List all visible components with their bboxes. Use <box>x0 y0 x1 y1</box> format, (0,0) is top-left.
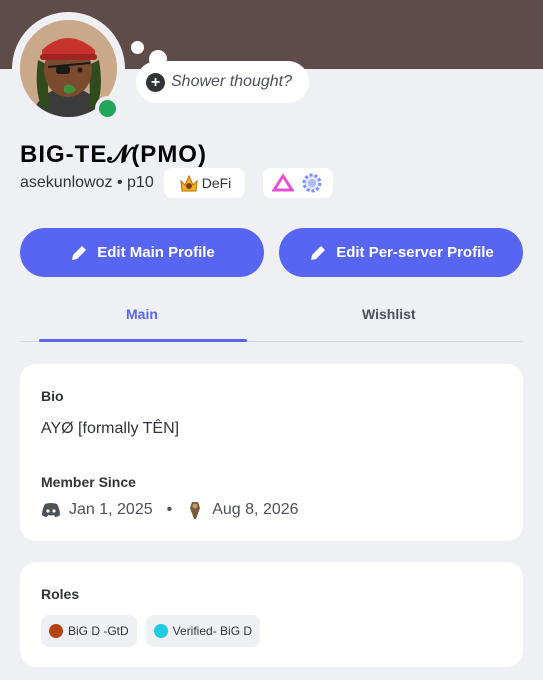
pencil-icon <box>72 245 87 260</box>
role-color-dot <box>49 624 63 638</box>
custom-status-bubble[interactable]: + Shower thought? <box>136 61 309 103</box>
member-since-row: Jan 1, 2025 • Aug 8, 2026 <box>41 500 299 520</box>
server-boost-badge-icon[interactable] <box>300 172 324 194</box>
pencil-icon <box>311 245 326 260</box>
bio-card: Bio AYØ [formally TÊN] Member Since Jan … <box>20 364 523 541</box>
discord-logo-icon <box>42 503 60 517</box>
guild-tag-label: DeFi <box>201 175 232 191</box>
tab-selected-indicator <box>39 339 247 342</box>
discord-join-date: Jan 1, 2025 <box>69 501 153 518</box>
thought-bubble-dot <box>131 41 144 54</box>
bio-text: AYØ [formally TÊN] <box>41 420 180 437</box>
username: asekunlowoz • p10 <box>20 174 154 191</box>
tab-wishlist[interactable]: Wishlist <box>362 306 416 322</box>
role-name: Verified- BiG D <box>172 624 253 638</box>
role-color-dot <box>153 624 168 638</box>
flame-crown-icon <box>180 174 198 192</box>
tab-main[interactable]: Main <box>126 306 158 322</box>
edit-main-profile-label: Edit Main Profile <box>97 244 215 261</box>
edit-main-profile-button[interactable]: Edit Main Profile <box>20 228 264 277</box>
bio-heading: Bio <box>41 388 64 404</box>
roles-heading: Roles <box>41 586 80 602</box>
online-status-dot <box>99 100 116 117</box>
username-row: asekunlowoz • p10 DeFi <box>20 168 334 198</box>
role-chip[interactable]: Verified- BiG D <box>145 615 261 647</box>
nitro-triangle-badge-icon[interactable] <box>272 173 295 193</box>
server-icon <box>190 502 201 519</box>
role-name: BiG D -GtD <box>68 624 129 638</box>
guild-tag[interactable]: DeFi <box>163 168 246 198</box>
server-join-date: Aug 8, 2026 <box>212 501 299 518</box>
edit-server-profile-button[interactable]: Edit Per-server Profile <box>279 228 523 277</box>
plus-icon: + <box>146 72 165 92</box>
role-chip[interactable]: BiG D -GtD <box>41 615 137 647</box>
roles-card: Roles BiG D -GtD Verified- BiG D <box>20 562 523 667</box>
status-indicator <box>95 96 120 121</box>
roles-list: BiG D -GtD Verified- BiG D <box>41 615 261 647</box>
edit-server-profile-label: Edit Per-server Profile <box>336 244 494 261</box>
display-name: BIG-TE𝓝(PMO) <box>20 141 207 168</box>
custom-status-text: Shower thought? <box>171 73 292 90</box>
member-since-heading: Member Since <box>41 474 136 490</box>
badges <box>263 168 334 198</box>
date-separator: • <box>166 501 173 518</box>
